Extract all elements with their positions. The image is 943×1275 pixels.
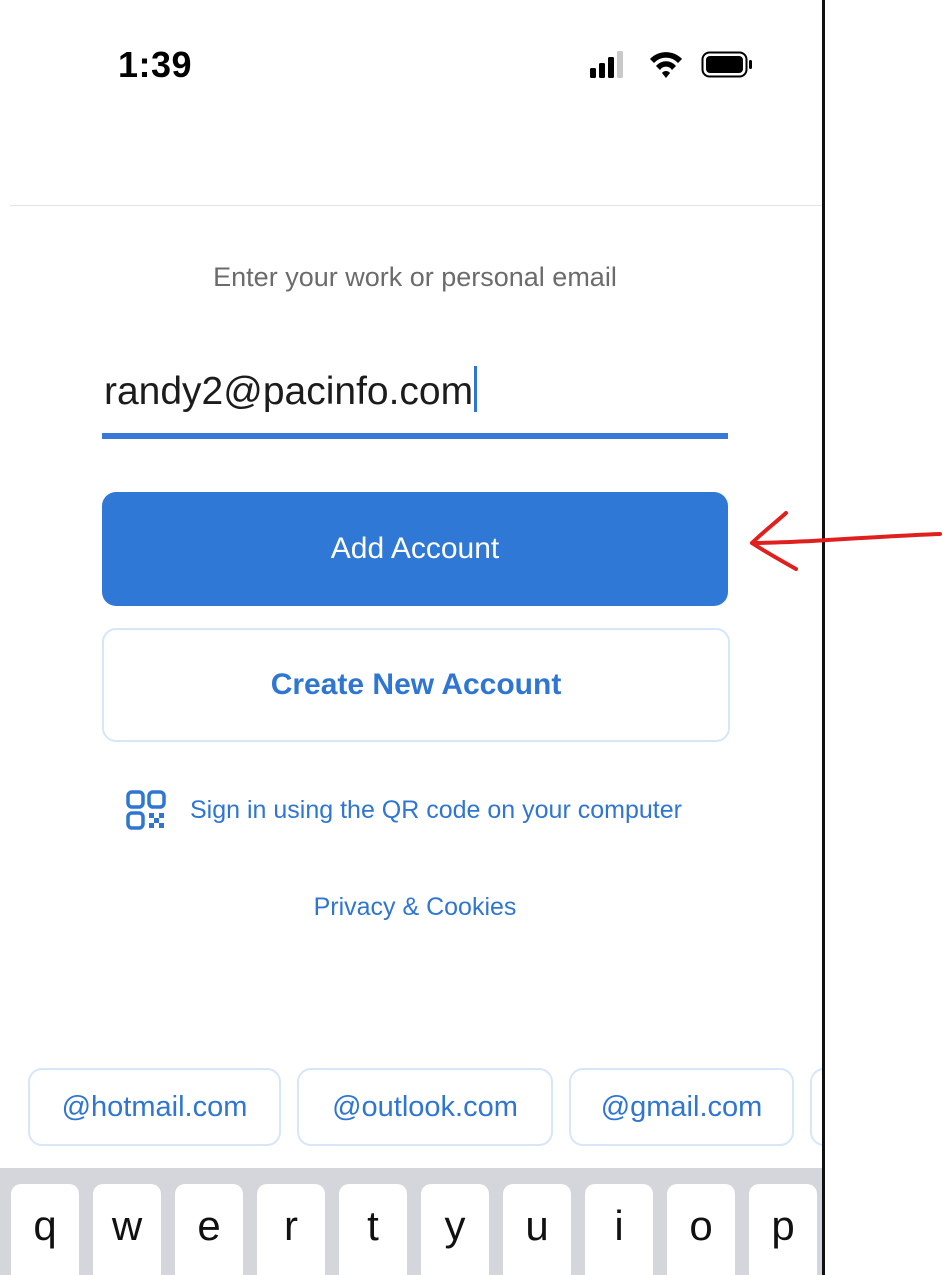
suggestion-chip-label: @outlook.com [332,1090,518,1123]
key-label: q [33,1202,57,1249]
key-label: p [771,1202,795,1249]
key-e[interactable]: e [175,1184,243,1275]
phone-edge-border [822,0,825,1275]
email-prompt: Enter your work or personal email [213,262,617,292]
suggestion-chip-label: @gmail.com [600,1090,763,1123]
key-label: i [614,1202,624,1249]
add-account-label: Add Account [330,532,500,565]
cellular-signal-icon [590,51,623,78]
key-i[interactable]: i [585,1184,653,1275]
key-w[interactable]: w [93,1184,161,1275]
wifi-icon [650,52,682,78]
qr-signin-link[interactable]: Sign in using the QR code on your comput… [126,790,682,830]
key-r[interactable]: r [257,1184,325,1275]
email-field-text[interactable]: randy2@pacinfo.com [104,366,478,414]
phone-screen: 1:39 Enter your work or personal email r… [0,0,823,1275]
suggestion-chip-hotmail[interactable]: @hotmail.com [28,1068,281,1146]
privacy-cookies-link[interactable]: Privacy & Cookies [0,893,823,922]
suggestion-chip-outlook[interactable]: @outlook.com [297,1068,553,1146]
suggestion-chip-label: @hotmail.com [61,1090,248,1123]
header-divider [10,205,823,206]
key-label: o [689,1202,713,1249]
key-label: r [284,1202,298,1249]
key-u[interactable]: u [503,1184,571,1275]
status-time: 1:39 [118,44,193,85]
key-label: u [525,1202,549,1249]
key-label: e [197,1202,221,1249]
key-label: t [367,1202,379,1249]
key-label: y [444,1202,466,1249]
create-new-account-label: Create New Account [270,668,562,701]
email-value[interactable]: randy2@pacinfo.com [104,370,473,413]
text-caret [474,366,478,412]
create-new-account-button[interactable]: Create New Account [102,628,730,742]
email-field-underline [102,433,728,439]
keyboard: q w e r t y u i o p [0,1168,823,1275]
qr-code-icon [126,790,166,830]
red-arrow-annotation [750,511,942,571]
key-y[interactable]: y [421,1184,489,1275]
status-icons [590,51,752,78]
key-t[interactable]: t [339,1184,407,1275]
key-p[interactable]: p [749,1184,817,1275]
key-label: w [111,1202,143,1249]
qr-signin-label[interactable]: Sign in using the QR code on your comput… [190,796,682,825]
key-o[interactable]: o [667,1184,735,1275]
add-account-button[interactable]: Add Account [102,492,728,606]
suggestion-chip-gmail[interactable]: @gmail.com [569,1068,794,1146]
screenshot-stage: 1:39 Enter your work or personal email r… [0,0,943,1275]
email-field[interactable]: randy2@pacinfo.com [102,360,728,440]
key-q[interactable]: q [11,1184,79,1275]
battery-icon [701,51,752,78]
